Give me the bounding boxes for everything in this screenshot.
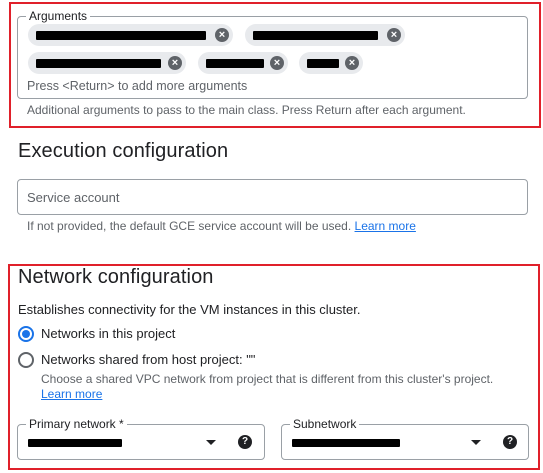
- close-circle-icon[interactable]: ×: [215, 28, 229, 42]
- close-circle-icon[interactable]: ×: [270, 56, 284, 70]
- service-account-placeholder: Service account: [27, 190, 120, 205]
- argument-chip: ×: [299, 52, 363, 74]
- argument-chip: ×: [28, 52, 186, 74]
- network-learn-more-link[interactable]: Learn more: [41, 387, 102, 401]
- arguments-label: Arguments: [26, 9, 91, 23]
- redacted-text: [36, 30, 206, 40]
- primary-network-select[interactable]: Primary network * ?: [17, 417, 265, 460]
- arrow-drop-down-icon[interactable]: [471, 440, 481, 445]
- network-config-title: Network configuration: [18, 266, 214, 288]
- network-description: Establishes connectivity for the VM inst…: [18, 302, 361, 317]
- radio-networks-in-project[interactable]: [18, 326, 34, 342]
- service-account-hint-row: If not provided, the default GCE service…: [27, 219, 416, 233]
- radio-networks-shared[interactable]: [18, 352, 34, 368]
- execution-config-title: Execution configuration: [18, 140, 229, 162]
- subnetwork-select[interactable]: Subnetwork ?: [281, 417, 529, 460]
- service-account-field[interactable]: Service account: [17, 179, 528, 215]
- subnetwork-label: Subnetwork: [290, 417, 360, 431]
- redacted-text: [28, 439, 122, 447]
- help-icon[interactable]: ?: [503, 435, 517, 449]
- arguments-field[interactable]: Arguments × × × × × Press <Return> to ad…: [17, 9, 528, 99]
- close-circle-icon[interactable]: ×: [345, 56, 359, 70]
- close-circle-icon[interactable]: ×: [387, 28, 401, 42]
- help-icon[interactable]: ?: [238, 435, 252, 449]
- argument-chip: ×: [198, 52, 288, 74]
- arguments-hint: Additional arguments to pass to the main…: [27, 103, 466, 117]
- redacted-text: [307, 58, 339, 68]
- service-account-hint: If not provided, the default GCE service…: [27, 219, 352, 233]
- redacted-text: [206, 58, 264, 68]
- networks-in-project-label[interactable]: Networks in this project: [41, 326, 175, 341]
- redacted-text: [253, 30, 378, 40]
- primary-network-label: Primary network *: [26, 417, 127, 431]
- shared-network-hint: Choose a shared VPC network from project…: [41, 372, 494, 386]
- redacted-text: [36, 58, 161, 68]
- arguments-input-placeholder[interactable]: Press <Return> to add more arguments: [27, 79, 247, 93]
- argument-chip: ×: [28, 24, 233, 46]
- close-circle-icon[interactable]: ×: [168, 56, 182, 70]
- argument-chip: ×: [245, 24, 405, 46]
- networks-shared-label[interactable]: Networks shared from host project: "": [41, 352, 255, 367]
- arrow-drop-down-icon[interactable]: [206, 440, 216, 445]
- redacted-text: [292, 439, 400, 447]
- execution-learn-more-link[interactable]: Learn more: [355, 219, 416, 233]
